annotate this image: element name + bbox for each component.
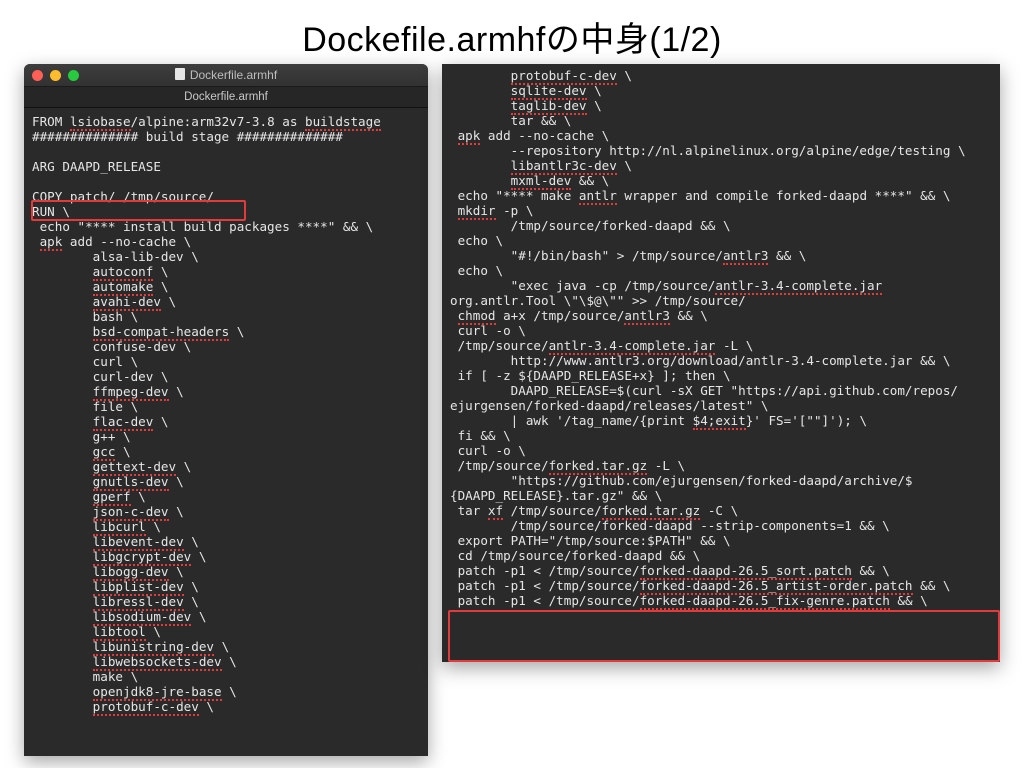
close-icon[interactable] xyxy=(32,70,43,81)
editor-window-right: protobuf-c-dev \ sqlite-dev \ taglib-dev… xyxy=(442,64,1000,662)
titlebar: Dockerfile.armhf xyxy=(24,64,428,87)
code-area-left[interactable]: FROM lsiobase/alpine:arm32v7-3.8 as buil… xyxy=(24,108,428,720)
zoom-icon[interactable] xyxy=(68,70,79,81)
window-title: Dockerfile.armhf xyxy=(24,68,428,82)
tab-bar[interactable]: Dockerfile.armhf xyxy=(24,87,428,108)
minimize-icon[interactable] xyxy=(50,70,61,81)
editor-window-left: Dockerfile.armhf Dockerfile.armhf FROM l… xyxy=(24,64,428,756)
slide-title: Dockefile.armhfの中身(1/2) xyxy=(0,12,1024,61)
code-area-right[interactable]: protobuf-c-dev \ sqlite-dev \ taglib-dev… xyxy=(442,64,1000,614)
document-icon xyxy=(175,68,185,80)
